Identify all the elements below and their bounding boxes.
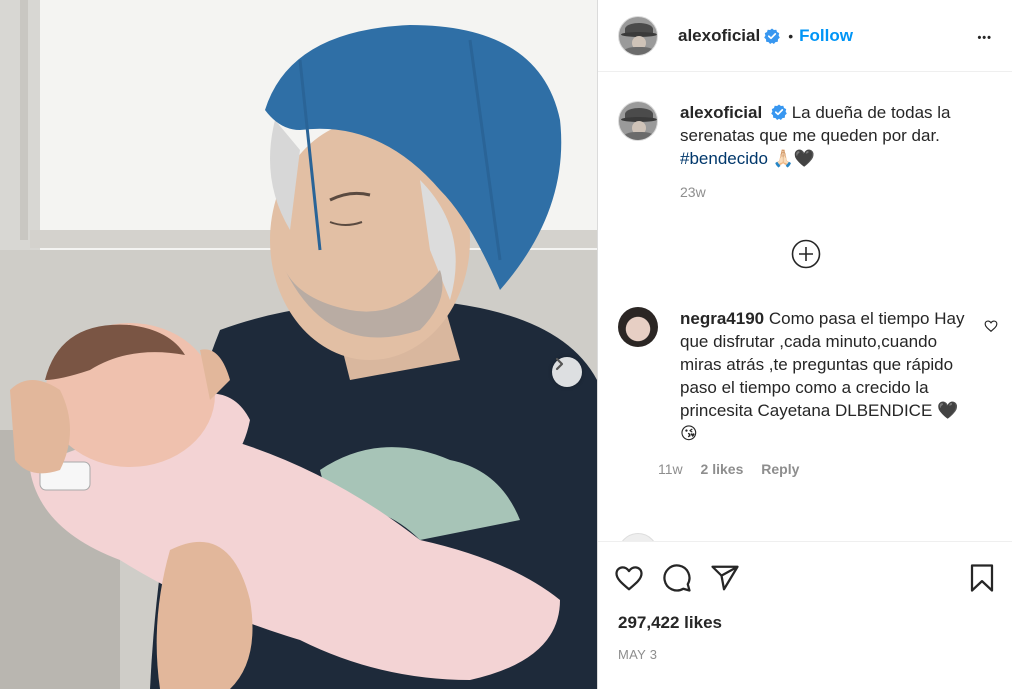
- next-comment-partial: [618, 533, 1012, 541]
- comment-like-heart-icon[interactable]: [984, 319, 998, 333]
- load-more-comments-button[interactable]: [791, 239, 821, 269]
- like-button[interactable]: [614, 563, 644, 593]
- caption-emoji: 🙏🏻🖤: [772, 149, 815, 168]
- caption-author-avatar[interactable]: [618, 101, 658, 141]
- post-caption: alexoficial La dueña de todas la serenat…: [618, 73, 993, 170]
- follow-button[interactable]: Follow: [799, 26, 853, 46]
- post-actions-bar: 297,422 likes MAY 3: [598, 541, 1012, 689]
- share-icon: [711, 565, 739, 591]
- comment-time[interactable]: 11w: [658, 461, 683, 477]
- bookmark-icon: [970, 564, 994, 592]
- more-options-icon: •••: [977, 32, 992, 44]
- next-commenter-avatar: [618, 533, 658, 541]
- comments-list[interactable]: alexoficial La dueña de todas la serenat…: [598, 73, 1012, 541]
- caption-username[interactable]: alexoficial: [680, 103, 762, 122]
- more-options-button[interactable]: •••: [977, 24, 992, 47]
- heart-icon: [615, 566, 643, 591]
- post-header: alexoficial • Follow •••: [598, 0, 1012, 72]
- post-image: [0, 0, 597, 689]
- action-icons: [598, 542, 1012, 614]
- likes-count[interactable]: 297,422 likes: [598, 613, 1012, 633]
- post-side-panel: alexoficial • Follow ••• alexoficial La …: [597, 0, 1012, 689]
- comment-icon: [663, 564, 691, 592]
- comment-item: negra4190 Como pasa el tiempo Hay que di…: [618, 307, 998, 477]
- save-button[interactable]: [967, 563, 997, 593]
- caption-hashtag[interactable]: #bendecido: [680, 149, 768, 168]
- plus-circle-icon: [791, 239, 821, 269]
- caption-time[interactable]: 23w: [680, 184, 993, 200]
- comment-likes[interactable]: 2 likes: [701, 461, 744, 477]
- author-avatar[interactable]: [618, 15, 658, 56]
- next-photo-button[interactable]: [552, 357, 582, 387]
- comment-button[interactable]: [662, 563, 692, 593]
- commenter-username[interactable]: negra4190: [680, 309, 764, 328]
- comment-reply-button[interactable]: Reply: [761, 461, 799, 477]
- post-date[interactable]: MAY 3: [598, 647, 1012, 662]
- caption-text-block: alexoficial La dueña de todas la serenat…: [680, 101, 993, 170]
- verified-badge-icon: [764, 28, 781, 44]
- share-button[interactable]: [710, 563, 740, 593]
- verified-badge-icon: [771, 104, 787, 120]
- comment-text: Como pasa el tiempo Hay que disfrutar ,c…: [680, 309, 965, 443]
- chevron-right-icon: [555, 357, 564, 371]
- author-username[interactable]: alexoficial: [678, 26, 760, 46]
- commenter-avatar[interactable]: [618, 307, 658, 347]
- separator-dot: •: [788, 27, 794, 44]
- post-photo[interactable]: [0, 0, 597, 689]
- comment-text-block: negra4190 Como pasa el tiempo Hay que di…: [680, 307, 970, 445]
- comment-meta: 11w 2 likes Reply: [658, 461, 970, 477]
